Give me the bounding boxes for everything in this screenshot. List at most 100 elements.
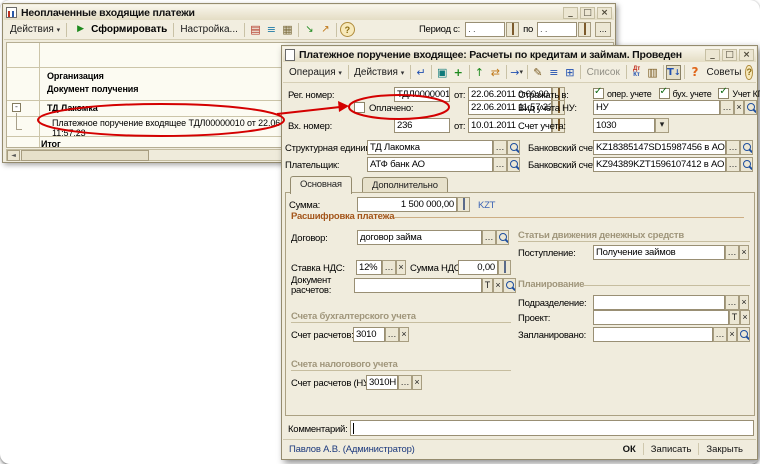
nu-kind-clear-button[interactable]: × (734, 100, 744, 115)
structural-unit-choose-button[interactable]: … (493, 140, 507, 155)
period-from-calendar-button[interactable] (506, 22, 519, 37)
period-more-button[interactable]: ... (595, 22, 611, 37)
tax-account-input[interactable]: 3010Н (366, 375, 398, 390)
save-icon[interactable]: ↵ (413, 65, 428, 80)
account-combo-input[interactable]: 1030 (593, 118, 655, 133)
group-row-organization[interactable]: ТД Лакомка (47, 103, 98, 113)
reg-number-input[interactable]: ТДЛ00000010 (394, 87, 450, 102)
ok-button[interactable]: ОК (616, 444, 643, 455)
close-button[interactable]: Закрыть (699, 444, 750, 455)
text-toggle-icon[interactable]: Т↓ (666, 65, 681, 80)
planned-clear-button[interactable]: × (727, 327, 737, 342)
exchange-icon[interactable]: ⇄ (488, 65, 503, 80)
help-icon[interactable]: ? (745, 65, 753, 80)
tab-main[interactable]: Основная (290, 176, 352, 194)
post-icon[interactable]: →▾ (509, 65, 524, 80)
vat-rate-clear-button[interactable]: × (396, 260, 406, 275)
bank-account2-open-button[interactable] (740, 157, 753, 172)
settlement-doc-open-button[interactable] (503, 278, 516, 293)
report-window-titlebar[interactable]: Неоплаченные входящие платежи _ □ × (4, 5, 614, 20)
project-input[interactable] (593, 310, 729, 325)
vat-rate-choose-button[interactable]: … (382, 260, 396, 275)
close-icon[interactable]: × (739, 49, 754, 61)
structural-unit-input[interactable]: ТД Лакомка (367, 140, 493, 155)
payer-open-button[interactable] (507, 157, 520, 172)
department-choose-button[interactable]: … (725, 295, 739, 310)
tax-account-choose-button[interactable]: … (398, 375, 412, 390)
planned-input[interactable] (593, 327, 713, 342)
advice-icon[interactable]: ? (688, 65, 703, 80)
help-icon[interactable]: ? (340, 22, 355, 37)
period-to-calendar-button[interactable] (578, 22, 591, 37)
receipt-input[interactable]: Получение займов (593, 245, 725, 260)
amount-input[interactable]: 1 500 000,00 (357, 197, 457, 212)
reread-icon[interactable]: ▣ (435, 65, 450, 80)
paid-checkbox[interactable] (354, 102, 365, 113)
department-input[interactable] (593, 295, 725, 310)
payment-document-row-line1[interactable]: Платежное поручение входящее ТДЛ00000010… (52, 118, 302, 128)
table-grid-icon[interactable]: ▦ (280, 22, 295, 37)
scroll-left-icon[interactable]: ◄ (7, 150, 20, 161)
operation-menu-button[interactable]: Операция ▾ (286, 66, 345, 79)
maximize-icon[interactable]: □ (722, 49, 737, 61)
receipt-clear-button[interactable]: × (739, 245, 749, 260)
payer-input[interactable]: АТФ банк АО (367, 157, 493, 172)
kpn-checkbox[interactable]: ✓ (718, 88, 729, 99)
contract-open-button[interactable] (496, 230, 509, 245)
settings-button[interactable]: Настройка... (177, 23, 241, 36)
bank-account1-choose-button[interactable]: … (726, 140, 740, 155)
minimize-icon[interactable]: _ (563, 7, 578, 19)
report-icon[interactable]: ▤ (248, 22, 263, 37)
scrollbar-thumb[interactable] (21, 150, 149, 161)
contract-choose-button[interactable]: … (482, 230, 496, 245)
period-to-input[interactable]: . . (537, 22, 577, 37)
journal-book-icon[interactable]: ▥ (645, 65, 660, 80)
payment-document-row-line2[interactable]: 11:57:23 (52, 128, 86, 138)
actions-menu-button[interactable]: Действия ▾ (351, 66, 407, 79)
settlement-doc-type-button[interactable]: Т (482, 278, 493, 293)
export-down-icon[interactable]: ↘ (302, 22, 317, 37)
generate-button[interactable]: ▶Сформировать (70, 22, 170, 37)
settlement-account-clear-button[interactable]: × (399, 327, 409, 342)
settlement-account-choose-button[interactable]: … (385, 327, 399, 342)
receipt-choose-button[interactable]: … (725, 245, 739, 260)
bank-account2-choose-button[interactable]: … (726, 157, 740, 172)
oper-checkbox[interactable]: ✓ (593, 88, 604, 99)
planned-choose-button[interactable]: … (713, 327, 727, 342)
dt-kt-icon[interactable]: ДтКт (629, 65, 644, 80)
document-window-titlebar[interactable]: Платежное поручение входящее: Расчеты по… (283, 47, 756, 62)
minimize-icon[interactable]: _ (705, 49, 720, 61)
tab-additional[interactable]: Дополнительно (362, 177, 448, 193)
settlement-account-input[interactable]: 3010 (353, 327, 385, 342)
nu-kind-choose-button[interactable]: … (720, 100, 734, 115)
nu-kind-input[interactable]: НУ (593, 100, 720, 115)
settlement-doc-clear-button[interactable]: × (493, 278, 503, 293)
incoming-number-input[interactable]: 236 (394, 118, 450, 133)
project-clear-button[interactable]: × (740, 310, 750, 325)
maximize-icon[interactable]: □ (580, 7, 595, 19)
department-clear-button[interactable]: × (739, 295, 749, 310)
period-from-input[interactable]: . . (465, 22, 505, 37)
save-button[interactable]: Записать (644, 444, 699, 455)
tax-account-clear-button[interactable]: × (412, 375, 422, 390)
amount-calc-button[interactable] (457, 197, 470, 212)
payer-choose-button[interactable]: … (493, 157, 507, 172)
nu-kind-open-button[interactable] (744, 100, 757, 115)
contract-input[interactable]: договор займа (357, 230, 482, 245)
structural-unit-open-button[interactable] (507, 140, 520, 155)
load-icon[interactable]: ↑ (472, 65, 487, 80)
project-type-button[interactable]: Т (729, 310, 740, 325)
close-icon[interactable]: × (597, 7, 612, 19)
structure-icon[interactable]: ⊞ (562, 65, 577, 80)
comment-input[interactable] (350, 420, 754, 436)
edit-icon[interactable]: ✎ (530, 65, 545, 80)
export-up-icon[interactable]: ↗ (318, 22, 333, 37)
actions-menu-button[interactable]: Действия ▾ (7, 23, 63, 36)
bank-account2-input[interactable]: KZ94389KZT1596107412 в АО "АТФ (593, 157, 726, 172)
bank-account1-open-button[interactable] (740, 140, 753, 155)
planned-open-button[interactable] (737, 327, 750, 342)
settlement-doc-input[interactable] (354, 278, 482, 293)
vat-amount-calc-button[interactable] (498, 260, 511, 275)
vat-rate-input[interactable]: 12% (356, 260, 382, 275)
vat-amount-input[interactable]: 0,00 (458, 260, 498, 275)
